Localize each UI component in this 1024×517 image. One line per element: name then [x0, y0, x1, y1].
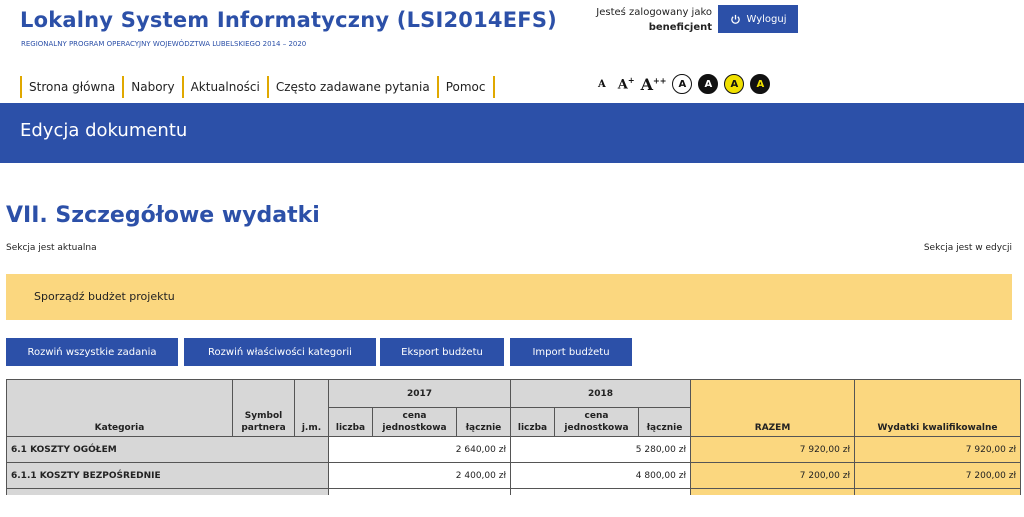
login-prefix: Jesteś zalogowany jako: [596, 7, 712, 18]
row-2017-total: 2 640,00 zł: [327, 436, 512, 463]
col-sum: RAZEM: [690, 379, 856, 437]
col-2018-count: liczba: [510, 407, 556, 437]
col-2018-total: łącznie: [638, 407, 692, 437]
row-eligible: 7 200,00 zł: [854, 462, 1022, 489]
accessibility-controls: A A+ A++ A A A A: [598, 70, 771, 98]
col-unit: j.m.: [294, 379, 329, 437]
app-title: Lokalny System Informatyczny (LSI2014EFS…: [20, 8, 557, 32]
app-subtitle: REGIONALNY PROGRAM OPERACYJNY WOJEWÓDZTW…: [21, 40, 307, 48]
expand-all-tasks-button[interactable]: Rozwiń wszystkie zadania: [6, 338, 178, 366]
row-2017-total: 2 400,00 zł: [327, 462, 512, 489]
import-budget-button[interactable]: Import budżetu: [510, 338, 632, 366]
notice-box: Sporządź budżet projektu: [6, 274, 1012, 320]
font-size-normal-button[interactable]: A: [598, 79, 606, 90]
col-2017-count: liczba: [328, 407, 373, 437]
row-category: 6.1.1 KOSZTY BEZPOŚREDNIE: [6, 462, 329, 489]
contrast-yellow-black-button[interactable]: A: [724, 74, 745, 94]
col-2017-unit-price: cena jednostkowa: [372, 407, 457, 437]
contrast-black-yellow-button[interactable]: A: [750, 74, 771, 94]
font-size-large-button[interactable]: A++: [641, 75, 667, 94]
notice-text: Sporządź budżet projektu: [34, 290, 175, 303]
col-2017-total: łącznie: [455, 407, 512, 437]
power-icon: [730, 14, 740, 24]
expand-category-properties-button[interactable]: Rozwiń właściwości kategorii: [184, 338, 376, 366]
col-year-2018: 2018: [510, 379, 692, 408]
row-sum: 7 920,00 zł: [690, 436, 856, 463]
col-year-2017: 2017: [327, 379, 512, 408]
font-size-medium-button[interactable]: A+: [618, 75, 635, 92]
col-category: Kategoria: [6, 379, 233, 437]
section-title: VII. Szczegółowe wydatki: [6, 203, 320, 228]
logout-label: Wyloguj: [746, 13, 787, 25]
table-row[interactable]: 6.1 KOSZTY OGÓŁEM 2 640,00 zł 5 280,00 z…: [6, 436, 1022, 463]
table-row[interactable]: 6.1.1 KOSZTY BEZPOŚREDNIE 2 400,00 zł 4 …: [6, 462, 1022, 489]
col-partner-symbol: Symbol partnera: [232, 379, 295, 437]
nav-item-help[interactable]: Pomoc: [436, 76, 495, 98]
contrast-default-button[interactable]: A: [672, 74, 693, 94]
login-info: Jesteś zalogowany jako beneficjent: [580, 5, 712, 35]
nav-item-home[interactable]: Strona główna: [20, 76, 122, 98]
row-sum: 7 200,00 zł: [690, 462, 856, 489]
row-eligible: 7 920,00 zł: [854, 436, 1022, 463]
logout-button[interactable]: Wyloguj: [718, 5, 798, 33]
nav-item-news[interactable]: Aktualności: [181, 76, 267, 98]
row-2018-total: 5 280,00 zł: [510, 436, 692, 463]
page-title: Edycja dokumentu: [20, 120, 188, 141]
col-2018-unit-price: cena jednostkowa: [554, 407, 640, 437]
col-eligible: Wydatki kwalifikowalne: [854, 379, 1022, 437]
section-status-editing: Sekcja jest w edycji: [923, 243, 1012, 253]
table-row-partial: [6, 488, 1022, 495]
contrast-black-white-button[interactable]: A: [698, 74, 719, 94]
budget-table: Kategoria Symbol partnera j.m. 2017 2018 …: [6, 379, 1022, 495]
row-category: 6.1 KOSZTY OGÓŁEM: [6, 436, 329, 463]
login-user: beneficjent: [648, 22, 712, 33]
row-2018-total: 4 800,00 zł: [510, 462, 692, 489]
section-status-current: Sekcja jest aktualna: [6, 243, 97, 253]
nav-item-faq[interactable]: Często zadawane pytania: [266, 76, 437, 98]
page-banner: Edycja dokumentu: [0, 103, 1024, 163]
nav-item-calls[interactable]: Nabory: [122, 76, 181, 98]
main-nav: Strona główna Nabory Aktualności Często …: [20, 76, 495, 98]
export-budget-button[interactable]: Eksport budżetu: [380, 338, 504, 366]
